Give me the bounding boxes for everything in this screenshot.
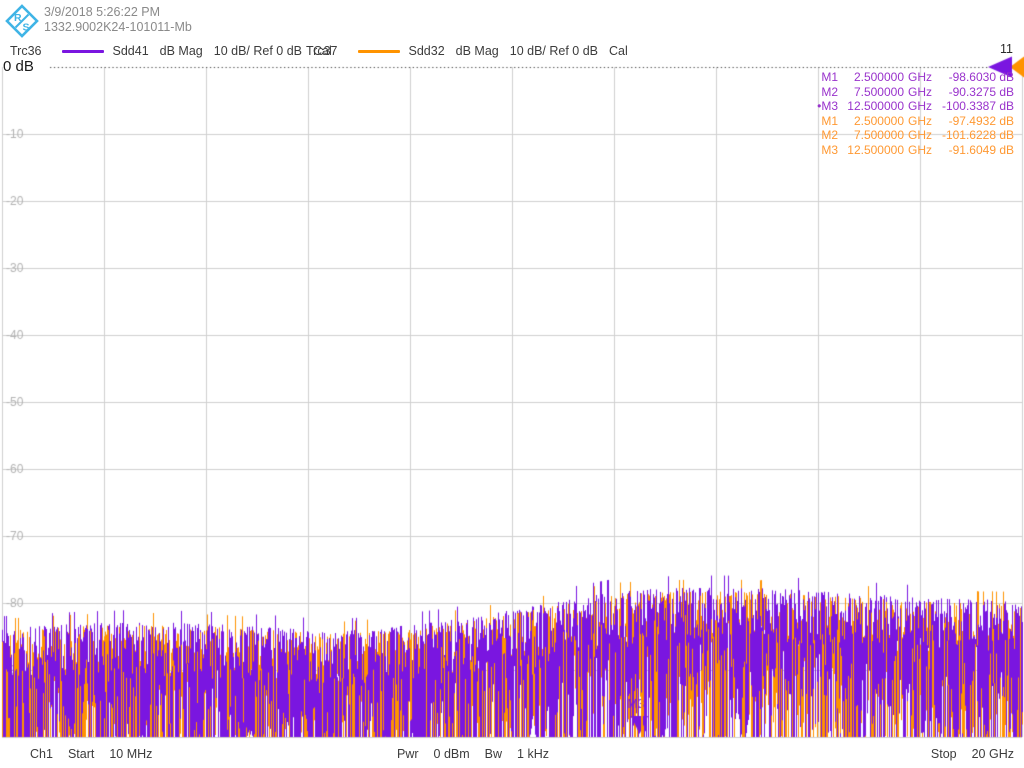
marker-value-unit: dB xyxy=(996,143,1014,158)
marker-name: M2 xyxy=(804,85,838,100)
marker-value: -91.6049 xyxy=(934,143,996,158)
marker-name: M1 xyxy=(804,114,838,129)
svg-text:S: S xyxy=(23,22,30,34)
trace37-parameter: Sdd32 xyxy=(409,44,445,58)
marker-name: M1 xyxy=(804,70,838,85)
pwr-label: Pwr xyxy=(397,747,419,761)
marker-value-unit: dB xyxy=(996,99,1014,114)
trace36-name: Trc36 xyxy=(10,44,42,58)
marker-value-unit: dB xyxy=(996,85,1014,100)
trace37-name: Trc37 xyxy=(306,44,338,58)
trace36-parameter: Sdd41 xyxy=(113,44,149,58)
marker-readout-table[interactable]: M12.500000GHz-98.6030dBM27.500000GHz-90.… xyxy=(804,70,1014,158)
marker-readout-row: M312.500000GHz-91.6049dB xyxy=(804,143,1014,158)
channel-status-bar: Ch1 Start 10 MHz Pwr 0 dBm Bw 1 kHz Stop… xyxy=(0,744,1024,768)
marker-frequency: 12.500000 xyxy=(838,143,904,158)
marker-value-unit: dB xyxy=(996,128,1014,143)
trace36-color-swatch xyxy=(62,50,104,53)
start-value: 10 MHz xyxy=(109,747,152,761)
marker-value: -100.3387 xyxy=(934,99,996,114)
marker-name: M3 xyxy=(804,143,838,158)
timestamp: 3/9/2018 5:26:22 PM xyxy=(44,5,192,20)
marker-name: M2 xyxy=(804,128,838,143)
marker-frequency: 7.500000 xyxy=(838,128,904,143)
marker-value: -98.6030 xyxy=(934,70,996,85)
header: R S 3/9/2018 5:26:22 PM 1332.9002K24-101… xyxy=(4,3,192,39)
marker-frequency: 7.500000 xyxy=(838,85,904,100)
marker-readout-row: M27.500000GHz-90.3275dB xyxy=(804,85,1014,100)
svg-text:R: R xyxy=(14,12,22,24)
bw-label: Bw xyxy=(485,747,502,761)
marker-value-unit: dB xyxy=(996,114,1014,129)
trace37-format: dB Mag xyxy=(456,44,499,58)
marker-readout-row: •M312.500000GHz-100.3387dB xyxy=(804,99,1014,114)
channel-label: Ch1 xyxy=(30,747,53,761)
stop-value: 20 GHz xyxy=(972,747,1014,761)
legend-trace37[interactable]: Trc37 Sdd32 dB Mag 10 dB/ Ref 0 dB Cal xyxy=(306,44,628,58)
trace-legend: Trc36 Sdd41 dB Mag 10 dB/ Ref 0 dB Cal T… xyxy=(0,44,1024,60)
marker-frequency: 2.500000 xyxy=(838,114,904,129)
marker-frequency: 2.500000 xyxy=(838,70,904,85)
trace37-color-swatch xyxy=(358,50,400,53)
vna-screen: R S 3/9/2018 5:26:22 PM 1332.9002K24-101… xyxy=(0,0,1024,768)
marker-frequency: 12.500000 xyxy=(838,99,904,114)
marker-value: -97.4932 xyxy=(934,114,996,129)
marker-name: •M3 xyxy=(804,99,838,114)
marker-readout-row: M27.500000GHz-101.6228dB xyxy=(804,128,1014,143)
rohde-schwarz-logo-icon: R S xyxy=(4,3,40,39)
ref-level-label: 0 dB xyxy=(3,58,34,75)
marker-frequency-unit: GHz xyxy=(904,143,934,158)
trace36-format: dB Mag xyxy=(160,44,203,58)
power-bandwidth-info[interactable]: Pwr 0 dBm Bw 1 kHz xyxy=(397,747,549,761)
marker-frequency-unit: GHz xyxy=(904,114,934,129)
marker-value: -101.6228 xyxy=(934,128,996,143)
trace36-scale-ref: 10 dB/ Ref 0 dB xyxy=(214,44,302,58)
marker-readout-row: M12.500000GHz-98.6030dB xyxy=(804,70,1014,85)
stop-label: Stop xyxy=(931,747,957,761)
marker-frequency-unit: GHz xyxy=(904,85,934,100)
bw-value: 1 kHz xyxy=(517,747,549,761)
sweep-start-info[interactable]: Ch1 Start 10 MHz xyxy=(30,747,152,761)
marker-frequency-unit: GHz xyxy=(904,99,934,114)
device-id: 1332.9002K24-101011-Mb xyxy=(44,20,192,35)
marker-readout-row: M12.500000GHz-97.4932dB xyxy=(804,114,1014,129)
marker-value: -90.3275 xyxy=(934,85,996,100)
marker-frequency-unit: GHz xyxy=(904,70,934,85)
sweep-stop-info[interactable]: Stop 20 GHz xyxy=(931,747,1014,761)
start-label: Start xyxy=(68,747,94,761)
trace37-cal-badge: Cal xyxy=(609,44,628,58)
legend-trace36[interactable]: Trc36 Sdd41 dB Mag 10 dB/ Ref 0 dB Cal xyxy=(10,44,332,58)
marker-frequency-unit: GHz xyxy=(904,128,934,143)
window-number: 11 xyxy=(1000,42,1013,56)
marker-value-unit: dB xyxy=(996,70,1014,85)
pwr-value: 0 dBm xyxy=(434,747,470,761)
trace37-scale-ref: 10 dB/ Ref 0 dB xyxy=(510,44,598,58)
